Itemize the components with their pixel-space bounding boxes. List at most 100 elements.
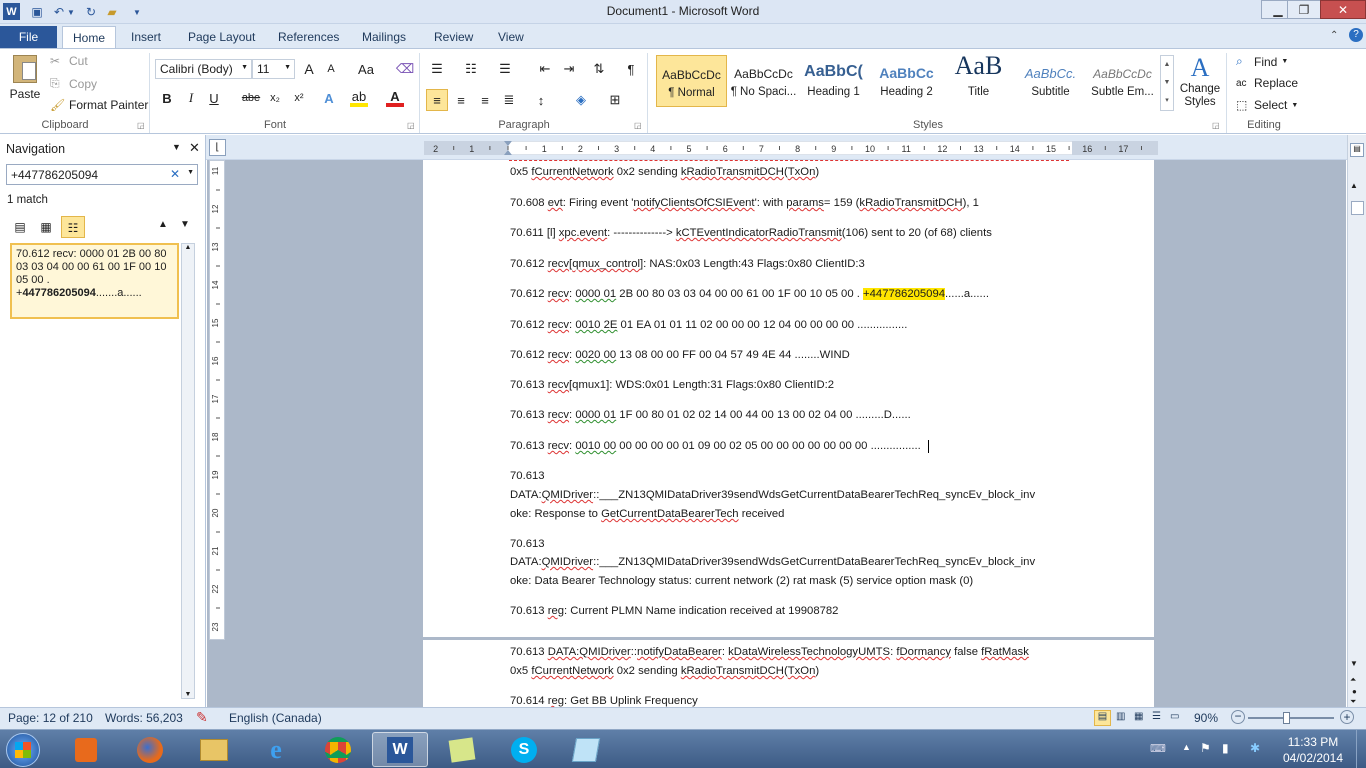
- browse-results-tab[interactable]: ☷: [61, 216, 85, 238]
- close-icon[interactable]: ✕: [189, 140, 200, 156]
- vertical-scrollbar[interactable]: ▤ ▲ ▼ ⏶ ● ⏷: [1347, 135, 1366, 707]
- zoom-slider-thumb[interactable]: [1283, 712, 1291, 724]
- horizontal-ruler[interactable]: 2 1 1 2 3 4 5 6 7 8 9 10 11 12 13 14 15 16 17: [424, 141, 1158, 155]
- tab-insert[interactable]: Insert: [121, 26, 171, 48]
- full-screen-reading-icon[interactable]: ▥: [1116, 711, 1125, 722]
- change-case-button[interactable]: Aa: [354, 60, 378, 78]
- borders-icon[interactable]: ⊞: [606, 91, 624, 109]
- document-page[interactable]: 0x5 fCurrentNetwork 0x2 sending kRadioTr…: [423, 160, 1154, 637]
- style-heading-2[interactable]: AaBbCc Heading 2: [871, 55, 942, 107]
- document-line[interactable]: 0x5 fCurrentNetwork 0x2 sending kRadioTr…: [510, 166, 819, 178]
- document-line[interactable]: 70.613 recv: 0010 00 00 00 00 00 01 09 0…: [510, 440, 921, 452]
- format-painter-button[interactable]: 🖌 Format Painter: [50, 98, 148, 112]
- results-scrollbar[interactable]: ▲ ▼: [181, 243, 195, 699]
- style-no-spacing[interactable]: AaBbCcDc ¶ No Spaci...: [728, 55, 799, 107]
- zoom-in-icon[interactable]: +: [1340, 710, 1354, 724]
- copy-button[interactable]: ⎘ Copy: [50, 76, 97, 91]
- nav-options-icon[interactable]: ▼: [172, 142, 181, 152]
- document-line[interactable]: 70.608 evt: Firing event 'notifyClientsO…: [510, 197, 979, 209]
- document-page-next[interactable]: 70.613 DATA:QMIDriver::notifyDataBearer:…: [423, 640, 1154, 707]
- style-heading-1[interactable]: AaBbC(Heading 1: [798, 55, 869, 107]
- scroll-down-icon[interactable]: ▼: [1350, 659, 1358, 668]
- firefox-taskbar-icon[interactable]: [122, 732, 178, 767]
- tab-page-layout[interactable]: Page Layout: [178, 26, 265, 48]
- print-layout-view-icon[interactable]: ▤: [1094, 710, 1111, 726]
- zoom-slider[interactable]: [1248, 712, 1334, 724]
- select-browse-object-icon[interactable]: ●: [1352, 687, 1357, 696]
- underline-button[interactable]: U: [205, 89, 223, 107]
- zoom-level[interactable]: 90%: [1194, 711, 1218, 725]
- tab-selector-icon[interactable]: ⌊: [209, 139, 226, 156]
- style-subtle-emphasis[interactable]: AaBbCcDc Subtle Em...: [1087, 55, 1158, 107]
- previous-result-icon[interactable]: ▲: [158, 219, 168, 230]
- start-button[interactable]: [6, 733, 40, 767]
- subscript-button[interactable]: x₂: [264, 89, 286, 107]
- tab-view[interactable]: View: [488, 26, 534, 48]
- change-styles-button[interactable]: A Change Styles: [1178, 53, 1222, 113]
- scroll-thumb[interactable]: [1351, 201, 1364, 215]
- proofing-icon[interactable]: ✎: [196, 709, 208, 726]
- vertical-ruler[interactable]: 11 12 13 14 15 16 17 18 19 20 21 22 23: [209, 160, 225, 640]
- shading-icon[interactable]: ◈: [572, 91, 590, 109]
- search-options-icon[interactable]: ▼: [187, 169, 194, 176]
- network-icon[interactable]: ▮: [1222, 741, 1229, 755]
- align-center-icon[interactable]: ≡: [452, 91, 470, 109]
- document-line[interactable]: 70.612 recv: 0010 2E 01 EA 01 01 11 02 0…: [510, 319, 907, 331]
- page-count[interactable]: Page: 12 of 210: [8, 711, 93, 725]
- scroll-down-icon[interactable]: ▼: [182, 691, 194, 698]
- sort-icon[interactable]: ⇅: [590, 60, 608, 78]
- align-right-icon[interactable]: ≡: [476, 91, 494, 109]
- scroll-up-icon[interactable]: ▲: [1350, 181, 1358, 190]
- document-line[interactable]: 70.612 recv: 0000 01 2B 00 80 03 03 04 0…: [510, 288, 989, 300]
- search-input[interactable]: +447786205094 ✕ ▼: [6, 164, 198, 185]
- document-line[interactable]: 70.612 recv: 0020 00 13 08 00 00 FF 00 0…: [510, 349, 850, 361]
- document-line[interactable]: DATA:QMIDriver::___ZN13QMIDataDriver39se…: [510, 489, 1035, 501]
- document-line[interactable]: oke: Data Bearer Technology status: curr…: [510, 575, 973, 587]
- keyboard-icon[interactable]: ⌨: [1150, 742, 1166, 755]
- clock-date[interactable]: 04/02/2014: [1280, 751, 1346, 765]
- skype-taskbar-icon[interactable]: S: [496, 732, 552, 767]
- document-line[interactable]: 70.611 [l] xpc.event: --------------> kC…: [510, 227, 992, 239]
- style-title[interactable]: AaB Title: [943, 55, 1014, 107]
- media-player-taskbar-icon[interactable]: [58, 732, 114, 767]
- sticky-notes-taskbar-icon[interactable]: [434, 732, 490, 767]
- document-line[interactable]: 70.613: [510, 470, 545, 482]
- styles-scroll[interactable]: ▲ ▼ ▾: [1160, 55, 1174, 111]
- styles-launcher-icon[interactable]: ◲: [1212, 121, 1220, 130]
- show-hidden-icons[interactable]: ▲: [1182, 742, 1191, 752]
- font-name-field[interactable]: Calibri (Body) ▼: [155, 59, 252, 79]
- view-ruler-icon[interactable]: ▤: [1350, 143, 1364, 157]
- document-line[interactable]: 70.613 recv[qmux1]: WDS:0x01 Length:31 F…: [510, 379, 834, 391]
- internet-explorer-taskbar-icon[interactable]: e: [248, 732, 304, 767]
- style-subtitle[interactable]: AaBbCc. Subtitle: [1015, 55, 1086, 107]
- find-button[interactable]: ⌕ Find ▼: [1236, 54, 1288, 69]
- document-line[interactable]: oke: Response to GetCurrentDataBearerTec…: [510, 508, 784, 520]
- close-button[interactable]: ✕: [1320, 0, 1366, 19]
- document-line[interactable]: 70.613 reg: Current PLMN Name indication…: [510, 605, 838, 617]
- multilevel-list-icon[interactable]: ☰: [496, 60, 514, 78]
- shrink-font-button[interactable]: A: [322, 60, 340, 78]
- italic-button[interactable]: I: [182, 89, 200, 107]
- previous-page-icon[interactable]: ⏶: [1350, 675, 1356, 685]
- tab-review[interactable]: Review: [424, 26, 483, 48]
- line-spacing-icon[interactable]: ↕: [532, 91, 550, 109]
- tab-home[interactable]: Home: [62, 26, 117, 49]
- show-desktop-button[interactable]: [1356, 730, 1366, 768]
- clear-search-icon[interactable]: ✕: [170, 167, 180, 181]
- snipping-tool-taskbar-icon[interactable]: [558, 732, 614, 767]
- document-line[interactable]: 70.614 reg: Get BB Uplink Frequency: [510, 695, 698, 707]
- increase-indent-icon[interactable]: ⇥: [560, 60, 578, 78]
- grow-font-button[interactable]: A: [300, 60, 318, 78]
- paste-button[interactable]: Paste: [6, 53, 44, 109]
- help-icon[interactable]: ?: [1349, 28, 1363, 42]
- document-line[interactable]: DATA:QMIDriver::___ZN13QMIDataDriver39se…: [510, 556, 1035, 568]
- superscript-button[interactable]: x²: [288, 89, 310, 107]
- font-launcher-icon[interactable]: ◲: [407, 121, 415, 130]
- align-left-icon[interactable]: ≡: [426, 89, 448, 111]
- style-normal[interactable]: AaBbCcDc ¶ Normal: [656, 55, 727, 107]
- draft-view-icon[interactable]: ▭: [1170, 711, 1179, 722]
- bullets-icon[interactable]: ☰: [428, 60, 446, 78]
- font-color-icon[interactable]: A: [386, 89, 404, 107]
- word-taskbar-icon[interactable]: W: [372, 732, 428, 767]
- scroll-up-icon[interactable]: ▲: [182, 244, 194, 258]
